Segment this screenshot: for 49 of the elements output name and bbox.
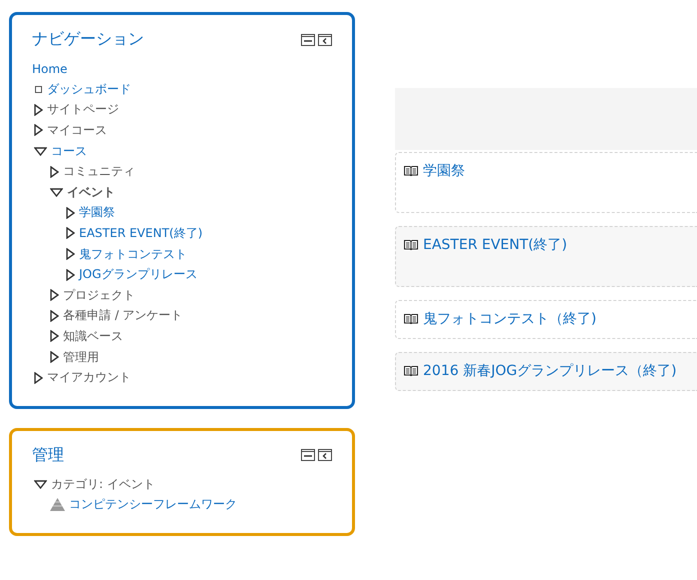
triangle-right-icon[interactable] — [34, 104, 43, 116]
tree-item[interactable]: ダッシュボード — [47, 80, 131, 98]
triangle-down-icon[interactable] — [50, 188, 63, 197]
book-icon — [404, 239, 418, 250]
pyramid-icon — [50, 498, 65, 512]
triangle-down-icon[interactable] — [34, 480, 47, 489]
tree-item[interactable]: JOGグランプリレース — [79, 266, 198, 284]
course-link[interactable]: 2016 新春JOGグランプリレース（終了) — [423, 362, 677, 380]
triangle-right-icon[interactable] — [50, 330, 59, 342]
tree-item[interactable]: マイコース — [47, 122, 107, 139]
tree-item[interactable]: イベント — [67, 184, 115, 201]
tree-item[interactable]: コミュニティ — [63, 163, 135, 180]
triangle-right-icon[interactable] — [50, 310, 59, 322]
triangle-right-icon[interactable] — [66, 227, 75, 240]
tree-item[interactable]: 鬼フォトコンテスト — [79, 246, 187, 263]
tree-item[interactable]: 管理用 — [63, 348, 99, 366]
tree-item[interactable]: プロジェクト — [63, 286, 135, 304]
book-icon — [404, 313, 418, 324]
triangle-right-icon[interactable] — [66, 268, 75, 281]
block-title: 管理 — [32, 444, 64, 466]
book-icon — [404, 165, 418, 176]
collapse-icon[interactable] — [301, 449, 315, 462]
book-icon — [404, 365, 418, 376]
course-link[interactable]: 学園祭 — [423, 162, 465, 180]
square-bullet-icon — [34, 84, 43, 94]
dock-icon[interactable] — [318, 449, 332, 462]
home-link[interactable]: Home — [32, 59, 68, 79]
course-link[interactable]: EASTER EVENT(終了) — [423, 236, 568, 254]
triangle-down-icon[interactable] — [34, 146, 47, 156]
tree-item[interactable]: 学園祭 — [79, 204, 115, 222]
triangle-right-icon[interactable] — [66, 248, 75, 260]
tree-item[interactable]: 知識ベース — [63, 328, 123, 345]
tree-item[interactable]: カテゴリ: イベント — [51, 476, 155, 493]
tree-item[interactable]: マイアカウント — [47, 369, 131, 386]
tree-item[interactable]: コンピテンシーフレームワーク — [69, 496, 237, 514]
block-title: ナビゲーション — [32, 29, 144, 50]
triangle-right-icon[interactable] — [50, 166, 59, 178]
course-link[interactable]: 鬼フォトコンテスト（終了) — [423, 310, 596, 328]
collapse-icon[interactable] — [301, 34, 315, 46]
tree-item[interactable]: 各種申請 / アンケート — [63, 307, 183, 324]
triangle-right-icon[interactable] — [34, 124, 43, 136]
triangle-right-icon[interactable] — [66, 206, 75, 219]
tree-item[interactable]: サイトページ — [47, 101, 119, 118]
triangle-right-icon[interactable] — [50, 351, 59, 364]
tree-item[interactable]: EASTER EVENT(終了) — [79, 224, 203, 242]
triangle-right-icon[interactable] — [34, 372, 43, 384]
tree-item[interactable]: コース — [51, 142, 87, 160]
triangle-right-icon[interactable] — [50, 289, 59, 302]
dock-icon[interactable] — [318, 34, 332, 46]
